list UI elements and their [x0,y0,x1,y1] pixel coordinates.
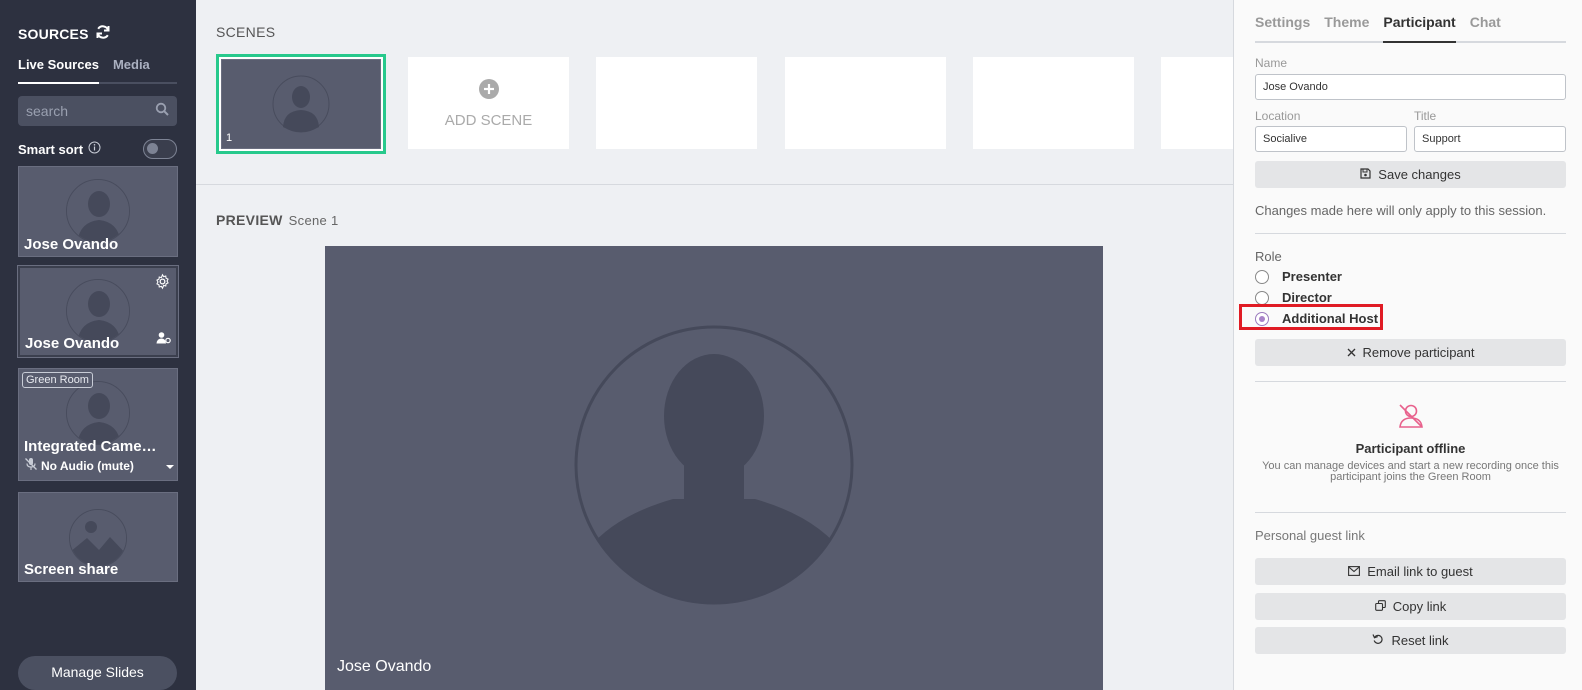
scene-number: 1 [226,132,233,144]
tab-participant[interactable]: Participant [1383,14,1456,43]
divider [196,184,1233,185]
name-label: Name [1255,56,1288,70]
close-icon [1347,345,1356,360]
reset-link-label: Reset link [1391,633,1449,648]
smart-sort-row: Smart sort [18,139,177,159]
preview-header: PREVIEW Scene 1 [216,212,338,228]
source-name: Jose Ovando [24,236,119,253]
green-room-badge: Green Room [22,372,93,388]
audio-selector[interactable]: No Audio (mute) [24,457,174,474]
role-presenter-label: Presenter [1282,269,1342,284]
preview-label: PREVIEW [216,212,283,228]
scenes-label: SCENES [216,24,276,40]
source-card-selected[interactable]: Jose Ovando [18,266,178,357]
remove-participant-label: Remove participant [1362,345,1475,360]
title-label: Title [1414,109,1437,123]
save-changes-button[interactable]: Save changes [1255,161,1566,188]
empty-scene-slot[interactable] [973,57,1134,149]
preview-canvas[interactable]: Jose Ovando [325,246,1103,690]
empty-scene-slot[interactable] [785,57,946,149]
preview-scene-name: Scene 1 [288,213,339,228]
mic-muted-icon [24,457,38,474]
reset-link-button[interactable]: Reset link [1255,627,1566,654]
mail-icon [1348,564,1361,579]
tab-chat[interactable]: Chat [1470,14,1501,41]
chevron-down-icon[interactable] [166,459,174,473]
radio-presenter[interactable] [1255,269,1269,284]
user-settings-icon[interactable] [156,331,171,349]
info-icon[interactable] [88,141,101,157]
copy-icon [1374,599,1386,614]
email-link-label: Email link to guest [1367,564,1473,579]
image-icon [69,509,127,567]
highlight-box [1239,304,1383,330]
source-name: Screen share [24,561,119,578]
location-label: Location [1255,109,1301,123]
audio-label: No Audio (mute) [41,458,134,473]
role-director-label: Director [1282,290,1332,305]
avatar [66,179,130,243]
location-field[interactable] [1255,126,1407,152]
avatar [66,279,130,343]
divider [1255,233,1566,234]
copy-link-label: Copy link [1392,599,1447,614]
tab-settings[interactable]: Settings [1255,14,1310,41]
scene-preview: 1 [221,59,381,149]
tab-live-sources[interactable]: Live Sources [18,57,99,84]
panel-tabs: Settings Theme Participant Chat [1255,14,1566,43]
source-name: Integrated Came… [24,438,157,455]
guest-link-label: Personal guest link [1255,528,1365,543]
tab-media[interactable]: Media [113,57,150,82]
smart-sort-label: Smart sort [18,141,84,157]
divider [1255,381,1566,382]
source-card[interactable]: Green Room Integrated Came… No Audio (mu… [18,368,178,481]
role-option-director[interactable]: Director [1255,290,1332,305]
avatar [272,75,330,133]
name-field[interactable] [1255,74,1566,100]
role-label: Role [1255,249,1282,264]
email-link-button[interactable]: Email link to guest [1255,558,1566,585]
sources-sidebar: SOURCES Live Sources Media Smart sort Jo… [0,0,196,690]
preview-participant-name: Jose Ovando [337,658,432,675]
plus-circle-icon [478,78,500,104]
smart-sort-toggle[interactable] [143,139,177,159]
reset-icon [1372,633,1384,648]
search-box [18,96,177,126]
session-note: Changes made here will only apply to thi… [1255,203,1547,218]
add-scene-button[interactable]: ADD SCENE [408,57,569,149]
scene-thumbnail-selected[interactable]: 1 [216,54,386,154]
source-card[interactable]: Screen share [18,492,178,582]
empty-scene-slot[interactable] [1161,57,1233,149]
gear-icon[interactable] [154,273,171,295]
sources-tabs: Live Sources Media [18,57,177,84]
save-changes-label: Save changes [1378,167,1461,182]
refresh-icon[interactable] [95,24,111,43]
participant-panel: Settings Theme Participant Chat Name Loc… [1233,0,1582,690]
offline-title: Participant offline [1355,441,1466,456]
tab-theme[interactable]: Theme [1324,14,1369,41]
source-card[interactable]: Jose Ovando [18,166,178,257]
user-offline-icon [1397,403,1425,434]
avatar [66,381,130,445]
search-icon[interactable] [155,102,169,121]
source-name: Jose Ovando [25,335,120,352]
radio-director[interactable] [1255,290,1269,305]
add-scene-label: ADD SCENE [444,111,533,129]
sources-title: SOURCES [18,25,89,42]
role-option-presenter[interactable]: Presenter [1255,269,1342,284]
avatar [574,325,854,605]
empty-scene-slot[interactable] [596,57,757,149]
copy-link-button[interactable]: Copy link [1255,593,1566,620]
search-input[interactable] [26,103,146,119]
save-icon [1360,167,1371,182]
remove-participant-button[interactable]: Remove participant [1255,339,1566,366]
title-field[interactable] [1414,126,1566,152]
offline-description: You can manage devices and start a new r… [1262,460,1559,483]
divider [1255,512,1566,513]
sources-header: SOURCES [18,24,111,43]
manage-slides-button[interactable]: Manage Slides [18,656,177,690]
main-area: SCENES 1 ADD SCENE PREVIEW Scene 1 Jose … [196,0,1233,690]
